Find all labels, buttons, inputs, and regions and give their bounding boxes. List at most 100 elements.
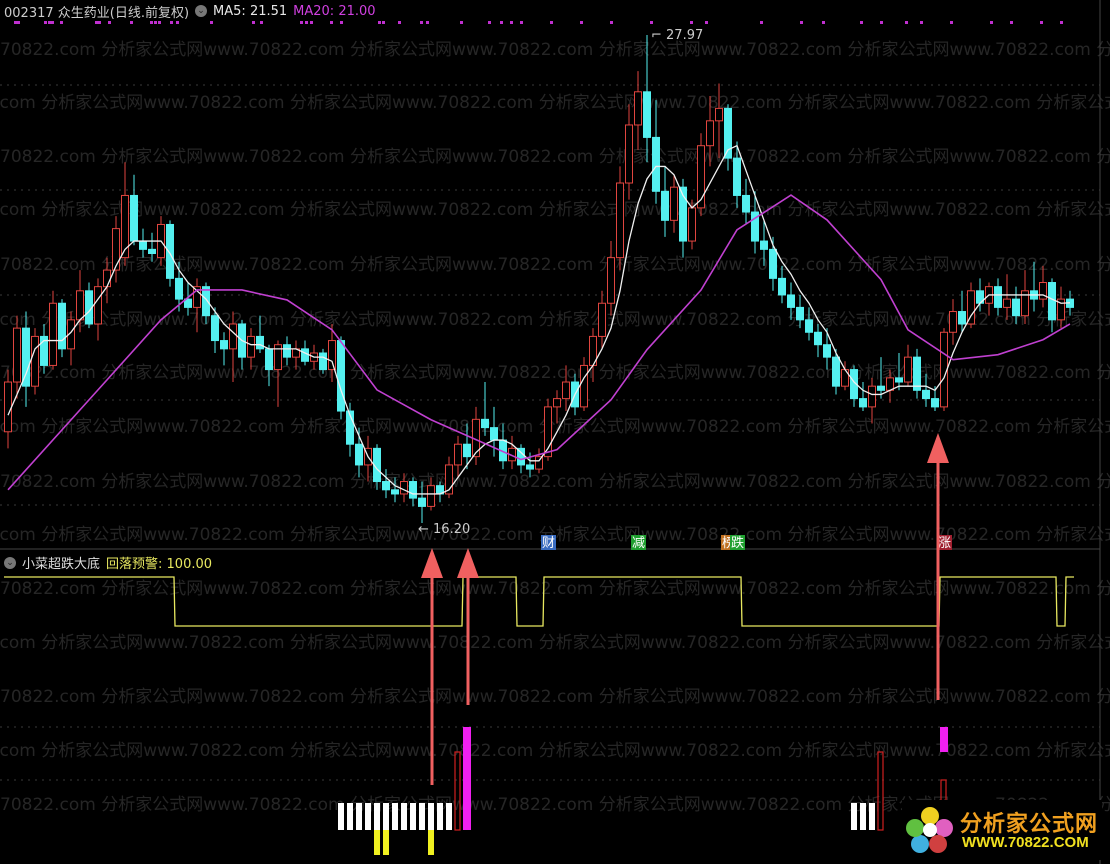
marker-dot — [488, 21, 491, 24]
candle-down — [265, 348, 273, 371]
candle-up — [607, 257, 615, 304]
watermark-text: 70822.com 分析家公式网www.70822.com 分析家公式网www.… — [0, 147, 1110, 167]
candle-down — [526, 464, 534, 470]
marker-dot — [310, 21, 313, 24]
candle-up — [112, 228, 120, 271]
candle-down — [1048, 282, 1056, 321]
candle-up — [634, 91, 642, 126]
candle-up — [553, 398, 561, 408]
white-bar — [401, 803, 407, 830]
signal-text: 涨 — [938, 536, 951, 551]
stock-chart[interactable]: 70822.com 分析家公式网www.70822.com 分析家公式网www.… — [0, 0, 1110, 864]
candle-up — [454, 443, 462, 466]
candle-down — [931, 398, 939, 408]
marker-dot — [880, 21, 883, 24]
marker-dot — [760, 21, 763, 24]
candle-down — [382, 481, 390, 491]
marker-dot — [14, 21, 17, 24]
watermark-text: 70822.com 分析家公式网www.70822.com 分析家公式网www.… — [0, 633, 1110, 653]
candle-down — [823, 344, 831, 358]
candle-up — [427, 485, 435, 507]
low-price-label: ← 16.20 — [418, 522, 470, 537]
white-bar — [410, 803, 416, 830]
candle-up — [328, 340, 336, 371]
marker-dot — [252, 21, 255, 24]
candle-up — [625, 124, 633, 184]
candle-down — [778, 277, 786, 296]
candle-down — [913, 356, 921, 391]
marker-dot — [460, 21, 463, 24]
marker-dot — [950, 21, 953, 24]
candle-down — [166, 223, 174, 279]
high-price-label: ⌐ 27.97 — [651, 28, 703, 43]
marker-dot — [340, 21, 343, 24]
white-bar — [374, 803, 380, 830]
candle-down — [418, 497, 426, 507]
marker-dot — [382, 21, 385, 24]
marker-dot — [176, 21, 179, 24]
marker-dot — [378, 21, 381, 24]
arrow-up-icon — [421, 548, 443, 578]
candle-down — [391, 489, 399, 495]
red-bar — [877, 751, 884, 831]
marker-dot — [48, 21, 51, 24]
candle-down — [148, 248, 156, 254]
marker-dot — [550, 21, 553, 24]
marker-dot — [690, 21, 693, 24]
candle-up — [229, 323, 237, 350]
candle-down — [643, 91, 651, 138]
signal-text: 跌 — [731, 535, 744, 551]
candle-up — [121, 194, 129, 259]
watermark-text: 70822.com 分析家公式网www.70822.com 分析家公式网www.… — [0, 687, 1110, 707]
marker-dot — [1010, 21, 1013, 24]
marker-dot — [800, 21, 803, 24]
candle-down — [769, 248, 777, 279]
red-bar — [454, 751, 461, 831]
candle-up — [247, 335, 255, 358]
marker-dot — [51, 21, 54, 24]
candle-down — [301, 348, 309, 362]
watermark-text: 70822.com 分析家公式网www.70822.com 分析家公式网www.… — [0, 310, 1110, 330]
candle-down — [652, 136, 660, 192]
watermark-text: 70822.com 分析家公式网www.70822.com 分析家公式网www.… — [0, 93, 1110, 113]
marker-dot — [154, 21, 157, 24]
marker-dot — [905, 21, 908, 24]
chevron-down-icon[interactable]: ⌄ — [195, 5, 208, 17]
white-bar — [860, 803, 866, 830]
signal-text: 减 — [632, 536, 645, 551]
candle-down — [814, 331, 822, 346]
ma5-label: MA5: 21.51 — [213, 3, 288, 19]
candle-down — [490, 427, 498, 441]
candle-down — [859, 398, 867, 408]
white-bar — [392, 803, 398, 830]
candle-up — [4, 381, 12, 433]
candle-up — [598, 302, 606, 337]
marker-dot — [95, 21, 98, 24]
candle-down — [877, 385, 885, 391]
candle-up — [49, 302, 57, 366]
white-bar — [437, 803, 443, 830]
candle-down — [463, 443, 471, 458]
candle-down — [175, 277, 183, 300]
arrow-up-icon — [927, 433, 949, 463]
candle-up — [31, 335, 39, 387]
candle-down — [661, 190, 669, 221]
chevron-down-icon[interactable]: ⌄ — [4, 556, 16, 569]
candle-down — [256, 335, 264, 350]
candle-down — [796, 306, 804, 321]
marker-dot — [150, 21, 153, 24]
marker-dot — [610, 21, 613, 24]
marker-dot — [510, 21, 513, 24]
candle-up — [904, 356, 912, 383]
candle-down — [220, 340, 228, 350]
marker-dot — [580, 21, 583, 24]
yellow-bar — [383, 830, 389, 855]
marker-dot — [860, 21, 863, 24]
marker-dot — [60, 21, 63, 24]
candle-down — [337, 340, 345, 412]
marker-dot — [426, 21, 429, 24]
marker-dot — [650, 21, 653, 24]
white-bar — [419, 803, 425, 830]
magenta-bar — [940, 727, 948, 752]
marker-dot — [108, 21, 111, 24]
